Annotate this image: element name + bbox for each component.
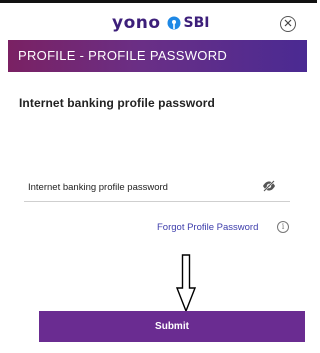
password-field-wrapper	[24, 176, 290, 202]
close-button[interactable]	[280, 16, 296, 32]
page-title: PROFILE - PROFILE PASSWORD	[18, 48, 228, 63]
brand-sbi-text: SBI	[183, 15, 210, 31]
password-input[interactable]	[24, 176, 258, 198]
close-circle-icon	[283, 15, 293, 33]
sbi-logo-icon	[167, 16, 181, 30]
submit-button[interactable]: Submit	[39, 311, 305, 342]
down-arrow-icon	[176, 254, 196, 312]
brand-logo: yono SBI	[112, 13, 210, 33]
title-bar: PROFILE - PROFILE PASSWORD	[8, 40, 307, 72]
info-icon[interactable]: i	[277, 221, 289, 233]
top-border	[0, 0, 317, 3]
app-header: yono SBI	[0, 4, 317, 40]
brand-yono-text: yono	[112, 13, 161, 33]
forgot-password-link[interactable]: Forgot Profile Password	[157, 222, 258, 233]
section-heading: Internet banking profile password	[19, 96, 215, 110]
eye-slash-icon[interactable]	[262, 179, 276, 192]
